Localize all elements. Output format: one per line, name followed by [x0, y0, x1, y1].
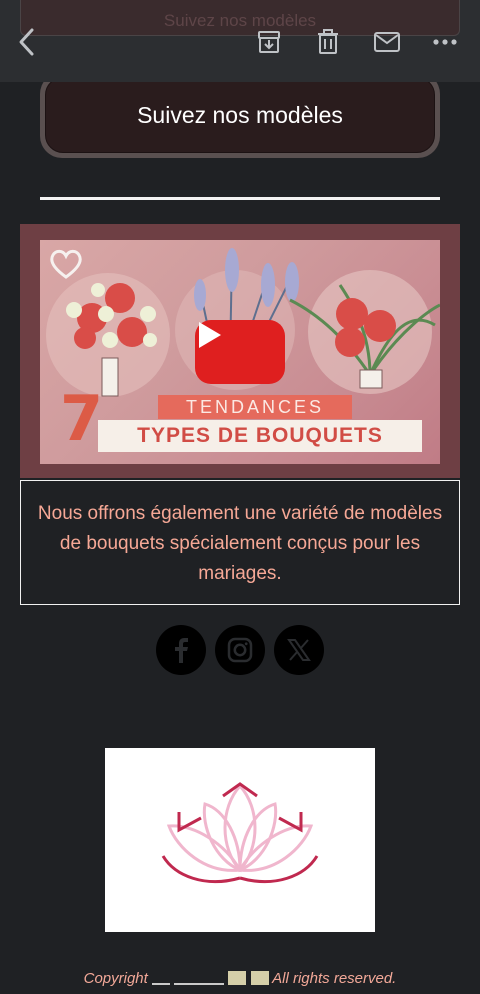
trash-icon [318, 29, 338, 54]
facebook-link[interactable] [156, 625, 206, 675]
redacted-mark [152, 971, 170, 985]
back-button[interactable] [12, 27, 42, 57]
footer: Copyright All rights reserved. [0, 970, 480, 987]
archive-button[interactable] [254, 27, 284, 57]
description-text: Nous offrons également une variété de mo… [37, 503, 443, 584]
video-thumbnail[interactable]: TENDANCES 7 TYPES DE BOUQUETS [40, 240, 440, 464]
video-title: TYPES DE BOUQUETS [98, 420, 422, 452]
copyright-label: Copyright [83, 970, 148, 987]
play-icon [199, 322, 221, 348]
x-link[interactable] [274, 625, 324, 675]
play-button[interactable] [195, 320, 285, 384]
x-icon [287, 639, 311, 661]
follow-button-frame: Suivez nos modèles [40, 72, 440, 158]
mail-icon [374, 32, 400, 52]
back-arrow-icon [19, 28, 34, 56]
divider [40, 197, 440, 200]
follow-button-label: Suivez nos modèles [137, 101, 343, 128]
delete-button[interactable] [313, 27, 343, 57]
lotus-logo [105, 748, 375, 932]
archive-icon [258, 31, 280, 53]
redacted-name-2 [250, 971, 269, 985]
more-icon [433, 39, 457, 45]
description-box: Nous offrons également une variété de mo… [20, 480, 460, 605]
more-options-button[interactable] [430, 27, 460, 57]
instagram-icon [227, 637, 253, 663]
ghost-text: Suivez nos modèles [163, 11, 317, 30]
follow-models-button[interactable]: Suivez nos modèles [45, 77, 435, 153]
lotus-icon [161, 782, 319, 883]
top-app-bar: Suivez nos modèles [0, 0, 480, 82]
facebook-icon [175, 638, 188, 663]
video-block: TENDANCES 7 TYPES DE BOUQUETS [20, 224, 460, 478]
redacted-name-1 [228, 971, 247, 985]
redacted-year [174, 971, 225, 985]
mark-unread-button[interactable] [372, 27, 402, 57]
instagram-link[interactable] [215, 625, 265, 675]
number-seven: 7 [60, 382, 104, 455]
tendances-label: TENDANCES [158, 395, 352, 419]
rights-label: All rights reserved. [272, 970, 397, 987]
